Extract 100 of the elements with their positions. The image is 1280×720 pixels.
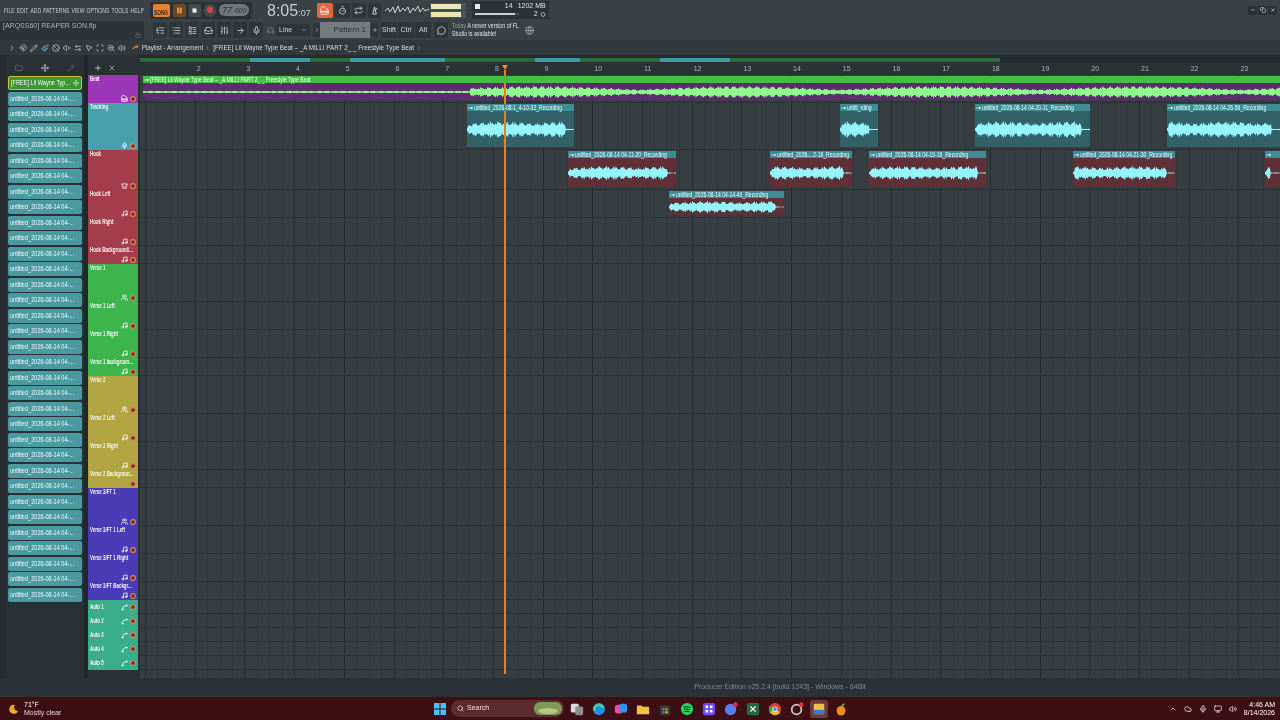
toolbar-button[interactable] — [217, 22, 231, 38]
music-note-icon — [121, 256, 128, 263]
typing-keyboard-button[interactable] — [316, 2, 333, 18]
ring-icon — [130, 182, 136, 189]
ring-icon — [130, 406, 136, 413]
close-icon — [1269, 7, 1276, 13]
audio-waveform — [1265, 164, 1280, 181]
audio-clip-icon — [870, 152, 875, 157]
ring-icon — [130, 462, 136, 469]
ring-icon — [130, 632, 136, 638]
music-note-icon — [121, 592, 128, 599]
ring-icon — [130, 481, 136, 487]
document-app-icon — [812, 701, 826, 716]
globe-icon[interactable] — [525, 25, 534, 35]
toolbar-button[interactable] — [169, 22, 183, 38]
x-tile-icon[interactable] — [746, 701, 760, 716]
repeat-icon — [354, 5, 364, 15]
toolbar-button[interactable] — [249, 22, 263, 38]
curve-icon — [121, 631, 128, 639]
feedback-button[interactable] — [434, 22, 448, 38]
ring-icon — [130, 238, 136, 245]
ring-icon — [130, 660, 136, 666]
toolbar-button[interactable] — [185, 22, 199, 38]
stop-button[interactable] — [188, 3, 201, 17]
move-icon — [73, 80, 79, 86]
caret-icon — [301, 27, 307, 33]
circle-app-badge-icon[interactable] — [724, 701, 738, 716]
audio-clip-icon — [670, 192, 675, 197]
ring-icon — [130, 434, 136, 441]
ring-icon — [130, 294, 136, 301]
pointer-icon[interactable] — [85, 43, 93, 52]
monitor-icon[interactable] — [1213, 704, 1222, 713]
speaker-icon[interactable] — [118, 43, 126, 52]
magnet-icon[interactable] — [19, 43, 27, 52]
audio-clip-icon — [1074, 152, 1079, 157]
curve-icon — [121, 617, 128, 625]
swirl-app-icon[interactable] — [592, 701, 606, 716]
delete-icon[interactable] — [52, 43, 60, 52]
pattern-selector[interactable]: Pattern 1 — [320, 22, 370, 38]
chevron-right-icon — [415, 44, 422, 51]
ring-icon — [130, 368, 136, 375]
segmented-circle-icon[interactable] — [768, 701, 782, 716]
timer-icon — [337, 5, 347, 15]
people-icon — [121, 406, 128, 413]
sound-waves-circle-icon[interactable] — [680, 701, 694, 716]
moon-icon[interactable] — [9, 703, 19, 714]
microphone-icon — [251, 25, 261, 35]
people-icon — [121, 294, 128, 301]
close-button[interactable] — [1268, 5, 1277, 15]
taskbar-app-button[interactable] — [810, 699, 828, 718]
play-pause-button[interactable] — [173, 3, 186, 17]
headphones-icon — [267, 26, 274, 34]
microphone-icon[interactable] — [1198, 704, 1207, 713]
fruit-app-icon[interactable] — [834, 701, 848, 716]
speaker-icon[interactable] — [1228, 704, 1237, 713]
speech-bubble-icon — [436, 25, 446, 35]
slip-arrows-icon[interactable] — [74, 43, 82, 52]
metronome-button[interactable] — [367, 2, 381, 18]
overlapping-tiles-icon[interactable] — [614, 701, 628, 716]
chevron-right-icon[interactable] — [8, 43, 16, 52]
move-icon[interactable] — [41, 64, 49, 72]
ring-badge-icon[interactable] — [790, 701, 804, 716]
toolbar-button[interactable] — [201, 22, 215, 38]
audio-clip[interactable] — [1265, 151, 1280, 187]
lock-icon — [135, 31, 141, 38]
layout-list-icon — [187, 25, 197, 35]
add-icon[interactable] — [94, 64, 102, 72]
music-note-icon — [121, 434, 128, 441]
zoom-icon[interactable] — [107, 43, 115, 52]
select-region-icon[interactable] — [96, 43, 104, 52]
list-icon — [171, 25, 181, 35]
task-view-icon[interactable] — [570, 701, 584, 716]
toolbar-button[interactable] — [153, 22, 167, 38]
toolbar-button[interactable] — [233, 22, 247, 38]
music-note-icon — [121, 210, 128, 217]
chevron-right-icon — [313, 27, 320, 33]
ring-icon — [130, 95, 136, 102]
close-icon[interactable] — [108, 64, 116, 72]
cloud-icon[interactable] — [1183, 704, 1192, 713]
plus-icon — [371, 27, 378, 33]
paintbrush-icon[interactable] — [41, 43, 49, 52]
stop-icon — [192, 7, 198, 13]
ring-icon — [130, 518, 136, 525]
countdown-button[interactable] — [334, 2, 350, 18]
ring-icon — [130, 546, 136, 553]
music-note-icon — [121, 368, 128, 375]
audio-clip-icon — [1168, 105, 1173, 110]
grid-app-icon[interactable] — [702, 701, 716, 716]
restore-button[interactable] — [1258, 5, 1267, 15]
windows-logo-icon[interactable] — [434, 702, 446, 715]
mute-icon[interactable] — [63, 43, 71, 52]
inbox-icon — [203, 25, 213, 35]
music-note-icon — [121, 462, 128, 469]
add-pattern-button[interactable] — [371, 23, 378, 37]
microphone-icon — [121, 142, 128, 149]
pause-icon — [175, 6, 183, 14]
audio-waveform — [840, 119, 878, 139]
minimize-icon — [1249, 7, 1256, 13]
ring-icon — [130, 646, 136, 652]
loop-record-button[interactable] — [351, 2, 366, 18]
